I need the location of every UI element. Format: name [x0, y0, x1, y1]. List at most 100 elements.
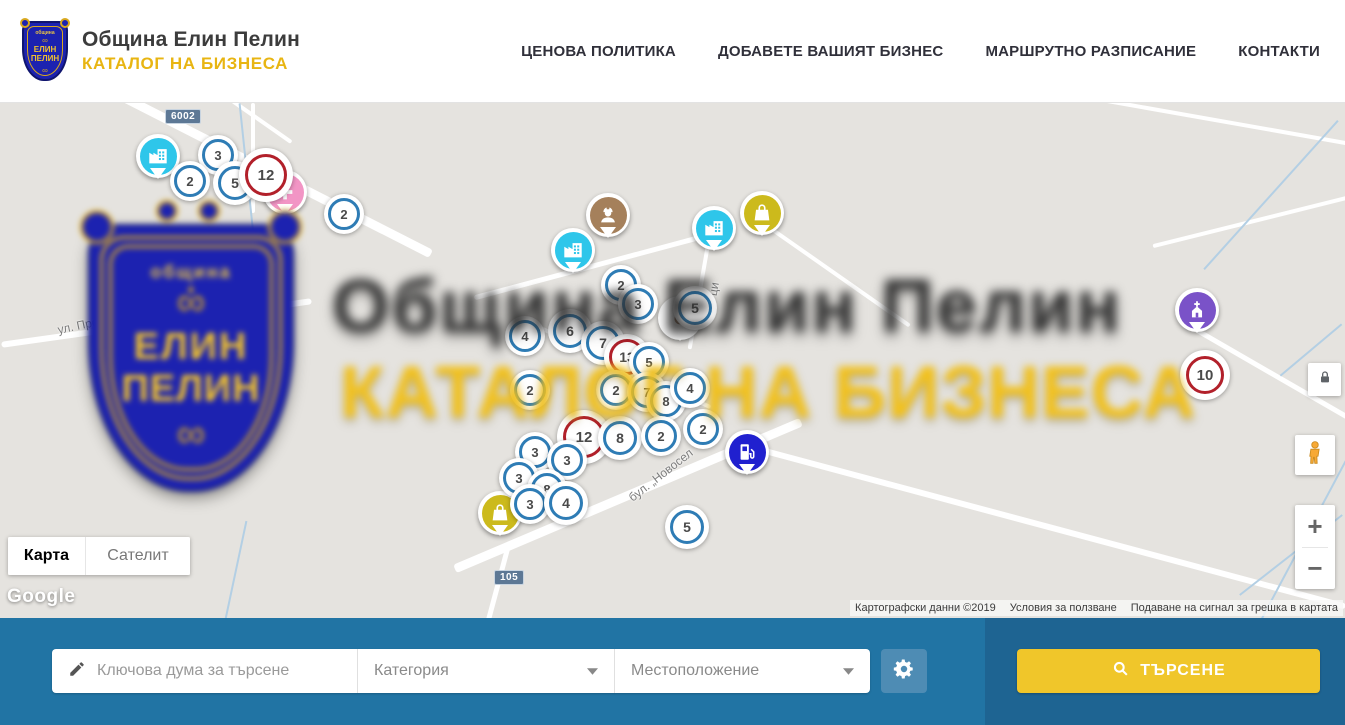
map-road: [1152, 196, 1345, 248]
attribution-link-1[interactable]: Условия за ползване: [1010, 602, 1117, 614]
watermark-subtitle: КАТАЛОГ НА БИЗНЕСА: [340, 351, 1196, 434]
search-button[interactable]: ТЪРСЕНЕ: [1017, 649, 1320, 693]
cluster-marker[interactable]: 10: [1180, 350, 1230, 400]
brand[interactable]: община ∞ ЕЛИНПЕЛИН ∞ Община Елин Пелин К…: [22, 21, 300, 81]
crest-curl: [156, 200, 178, 222]
zoom-in-button[interactable]: +: [1295, 506, 1335, 547]
pegman-icon: [1302, 440, 1328, 471]
crest-curl: [80, 210, 114, 244]
cluster-marker[interactable]: 5: [673, 286, 717, 330]
advanced-settings-button[interactable]: [881, 649, 927, 693]
cluster-count: 12: [245, 154, 287, 196]
street-view-pegman-button[interactable]: [1295, 435, 1335, 475]
satellite-view-button[interactable]: Сателит: [85, 537, 190, 575]
factory-pin-marker[interactable]: [551, 228, 595, 272]
cluster-count: 3: [514, 488, 546, 520]
chevron-down-icon: [587, 662, 598, 680]
attribution-copyright: Картографски данни ©2019: [855, 602, 996, 614]
map-view-button[interactable]: Карта: [8, 537, 85, 575]
crest-curl: [198, 200, 220, 222]
cluster-marker[interactable]: 4: [544, 481, 588, 525]
map-road: [474, 231, 717, 301]
category-select[interactable]: Категория: [357, 649, 614, 693]
cluster-count: 2: [174, 165, 206, 197]
cluster-marker[interactable]: 4: [505, 316, 545, 356]
location-select[interactable]: Местоположение: [614, 649, 870, 693]
nav-item-2[interactable]: ДОБАВЕТЕ ВАШИЯТ БИЗНЕС: [718, 43, 943, 60]
factory-icon: [696, 210, 733, 247]
cluster-count: 2: [514, 374, 546, 406]
crest-border: [100, 236, 282, 480]
search-bar: Категория Местоположение ТЪРСЕНЕ: [0, 618, 1345, 725]
worker-pin-marker[interactable]: [586, 193, 630, 237]
cluster-marker[interactable]: 8: [598, 416, 642, 460]
chevron-down-icon: [843, 662, 854, 680]
magnifier-icon: [1111, 659, 1130, 683]
municipality-logo: община ∞ ЕЛИНПЕЛИН ∞: [22, 21, 68, 81]
logo-text-name: ЕЛИНПЕЛИН: [24, 45, 66, 63]
map-road: [1, 298, 312, 348]
factory-pin-marker[interactable]: [692, 206, 736, 250]
cluster-count: 4: [674, 372, 706, 404]
nav-item-1[interactable]: ЦЕНОВА ПОЛИТИКА: [521, 43, 676, 60]
map-type-control: Карта Сателит: [8, 537, 190, 575]
fullscreen-lock-button[interactable]: [1308, 363, 1341, 396]
bag-icon: [744, 195, 781, 232]
cluster-count: 4: [509, 320, 541, 352]
crest-border: [109, 245, 273, 471]
cluster-marker[interactable]: 3: [618, 284, 658, 324]
factory-icon: [555, 232, 592, 269]
cluster-marker[interactable]: 2: [641, 416, 681, 456]
map-road: [769, 227, 911, 328]
header: община ∞ ЕЛИНПЕЛИН ∞ Община Елин Пелин К…: [0, 0, 1345, 103]
cluster-marker[interactable]: 2: [170, 161, 210, 201]
search-keyword-input[interactable]: [97, 662, 337, 680]
crest-text-name1: ЕЛИН: [90, 326, 292, 369]
site-title: Община Елин Пелин: [82, 28, 300, 52]
cluster-marker[interactable]: 12: [239, 148, 293, 202]
cluster-count: 4: [549, 486, 583, 520]
pencil-icon: [68, 660, 86, 683]
search-fields-group: Категория Местоположение: [52, 649, 870, 693]
gear-icon: [893, 658, 915, 685]
cluster-count: 8: [603, 421, 637, 455]
factory-icon: [140, 138, 177, 175]
zoom-out-button[interactable]: −: [1295, 548, 1335, 589]
church-pin-marker[interactable]: [1175, 288, 1219, 332]
church-icon: [1179, 292, 1216, 329]
cluster-marker[interactable]: 2: [683, 409, 723, 449]
crest-curl: [60, 18, 70, 28]
nav-item-3[interactable]: МАРШРУТНО РАЗПИСАНИЕ: [985, 43, 1196, 60]
crest-text-name2: ПЕЛИН: [90, 368, 292, 411]
attribution-link-2[interactable]: Подаване на сигнал за грешка в картата: [1131, 602, 1338, 614]
worker-icon: [590, 197, 627, 234]
map-stream: [1203, 120, 1338, 270]
fuel-pin-marker[interactable]: [725, 430, 769, 474]
cluster-count: 3: [622, 288, 654, 320]
category-select-label: Категория: [374, 662, 449, 680]
cluster-marker[interactable]: 4: [670, 368, 710, 408]
fuel-icon: [729, 434, 766, 471]
cluster-count: 5: [678, 291, 712, 325]
logo-ornament: ∞: [24, 67, 66, 75]
nav-item-4[interactable]: КОНТАКТИ: [1238, 43, 1320, 60]
crest-ornament: ♦: [90, 282, 292, 296]
cluster-count: 2: [687, 413, 719, 445]
road-number-shield: 105: [494, 570, 524, 585]
cluster-marker[interactable]: 2: [510, 370, 550, 410]
brand-text: Община Елин Пелин КАТАЛОГ НА БИЗНЕСА: [82, 28, 300, 74]
search-button-label: ТЪРСЕНЕ: [1140, 662, 1225, 680]
location-select-label: Местоположение: [631, 662, 759, 680]
map-attribution: Картографски данни ©2019 Условия за ползв…: [850, 600, 1343, 616]
cluster-marker[interactable]: 5: [665, 505, 709, 549]
cluster-marker[interactable]: 2: [324, 194, 364, 234]
google-logo[interactable]: Google: [7, 586, 75, 608]
watermark-title: Община Елин Пелин: [332, 263, 1122, 348]
map-canvas[interactable]: 6002105ул. Преславбул. „Новоселци 325122…: [0, 103, 1345, 618]
map-road: [1082, 103, 1345, 145]
bag-pin-marker[interactable]: [740, 191, 784, 235]
cluster-count: 5: [670, 510, 704, 544]
cluster-count: 2: [645, 420, 677, 452]
crest-ornament: ∞: [90, 414, 292, 454]
cluster-count: 2: [328, 198, 360, 230]
